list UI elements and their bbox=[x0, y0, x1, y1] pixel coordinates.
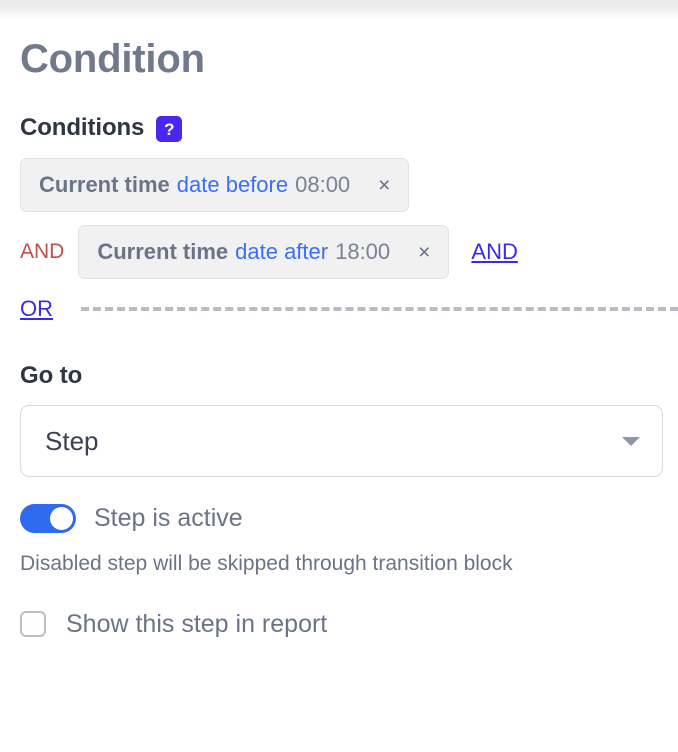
condition-row: AND Current time date after 18:00 × AND bbox=[0, 225, 678, 279]
conditions-label-row: Conditions ? bbox=[0, 80, 678, 142]
step-active-label: Step is active bbox=[94, 504, 243, 532]
dashed-divider bbox=[81, 307, 678, 311]
condition-subject: Current time bbox=[97, 239, 229, 264]
close-icon[interactable]: × bbox=[376, 175, 392, 196]
show-in-report-row: Show this step in report bbox=[0, 610, 678, 639]
or-divider-row: OR bbox=[0, 296, 678, 322]
page-title: Condition bbox=[20, 37, 205, 81]
condition-chip[interactable]: Current time date after 18:00 × bbox=[78, 225, 450, 279]
condition-subject: Current time bbox=[39, 172, 170, 197]
conditions-label: Conditions bbox=[20, 114, 145, 141]
condition-operator: date before bbox=[176, 172, 289, 197]
close-icon[interactable]: × bbox=[416, 242, 432, 263]
chevron-down-icon[interactable] bbox=[622, 436, 640, 446]
condition-value: 18:00 bbox=[335, 239, 391, 264]
goto-selected-value: Step bbox=[45, 425, 99, 456]
panel-top-edge bbox=[0, 0, 678, 20]
condition-panel: Condition Conditions ? Current time date… bbox=[0, 20, 678, 639]
toggle-knob bbox=[50, 507, 73, 530]
add-and-condition-link[interactable]: AND bbox=[471, 239, 517, 265]
logical-operator-label: AND bbox=[20, 240, 65, 263]
help-icon[interactable]: ? bbox=[156, 116, 183, 142]
condition-chip[interactable]: Current time date before 08:00 × bbox=[20, 158, 410, 212]
step-active-row: Step is active bbox=[0, 504, 678, 533]
step-active-toggle[interactable] bbox=[20, 504, 76, 533]
condition-value: 08:00 bbox=[295, 172, 351, 197]
show-in-report-checkbox[interactable] bbox=[20, 611, 46, 638]
goto-label: Go to bbox=[20, 362, 83, 389]
add-or-condition-link[interactable]: OR bbox=[20, 296, 53, 322]
condition-row: Current time date before 08:00 × bbox=[0, 158, 678, 212]
condition-operator: date after bbox=[235, 239, 329, 264]
goto-select[interactable]: Step bbox=[20, 405, 663, 477]
show-in-report-label: Show this step in report bbox=[66, 609, 328, 638]
step-active-helper-text: Disabled step will be skipped through tr… bbox=[20, 552, 513, 575]
